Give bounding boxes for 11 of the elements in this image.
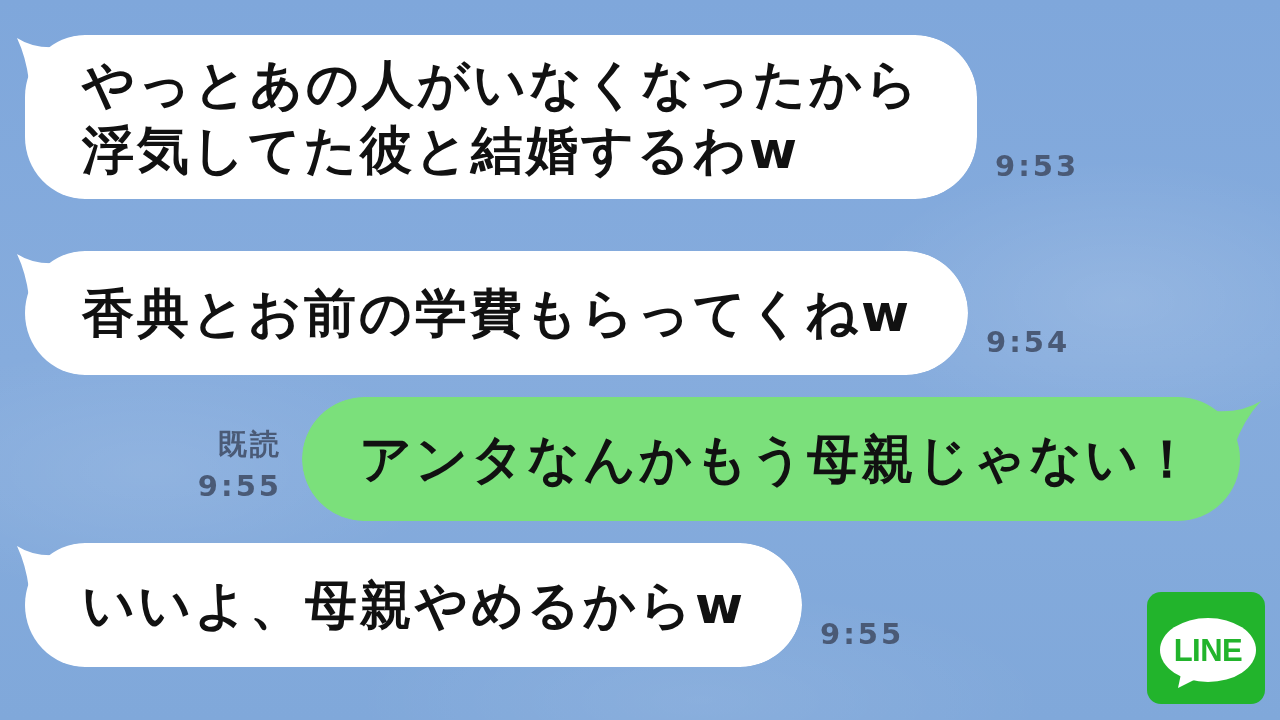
timestamp: 9:55 [820,616,905,653]
timestamp: 9:53 [995,148,1080,185]
message-text: いいよ、母親やめるからw [82,574,747,637]
timestamp: 9:54 [986,324,1071,361]
message-text: 浮気してた彼と結婚するわw [82,119,801,182]
logo-speech-bubble: LINE [1160,618,1256,696]
timestamp: 9:55 [197,468,282,505]
message-text: やっとあの人がいなくなったから [82,53,921,116]
message-text: アンタなんかもう母親じゃない！ [359,428,1196,491]
message-text: 香典とお前の学費もらってくねw [82,282,913,345]
read-receipt: 既読 [218,426,282,463]
